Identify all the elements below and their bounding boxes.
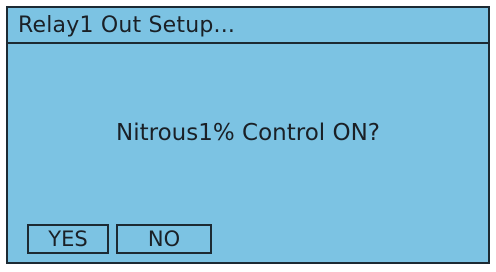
dialog-title-bar: Relay1 Out Setup... <box>8 8 488 44</box>
no-button-label: NO <box>147 227 181 251</box>
yes-button-label: YES <box>48 227 88 251</box>
dialog-title: Relay1 Out Setup... <box>18 12 236 38</box>
yes-button[interactable]: YES <box>27 224 109 254</box>
lcd-screen: Relay1 Out Setup... Nitrous1% Control ON… <box>6 6 490 264</box>
no-button[interactable]: NO <box>116 224 212 254</box>
dialog-message: Nitrous1% Control ON? <box>116 120 380 146</box>
